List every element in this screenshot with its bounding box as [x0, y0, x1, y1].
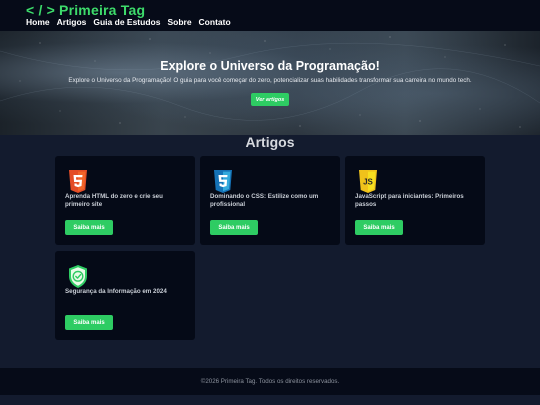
javascript-icon: JS: [359, 170, 377, 193]
article-card-title: JavaScript para iniciantes: Primeiros pa…: [355, 193, 464, 208]
copyright-text: ©2026 Primeira Tag. Todos os direitos re…: [200, 378, 340, 385]
article-card-javascript: JS JavaScript para iniciantes: Primeiros…: [345, 156, 485, 245]
main-nav: Home Artigos Guia de Estudos Sobre Conta…: [26, 17, 231, 27]
html5-icon: [69, 170, 87, 193]
site-footer: ©2026 Primeira Tag. Todos os direitos re…: [0, 368, 540, 395]
site-logo[interactable]: < / > Primeira Tag: [26, 2, 145, 18]
logo-code-tag: < / >: [26, 2, 56, 18]
css3-icon: [214, 170, 232, 193]
article-card-title: Aprenda HTML do zero e crie seu primeiro…: [65, 193, 163, 208]
nav-link-artigos[interactable]: Artigos: [57, 17, 87, 27]
logo-text: Primeira Tag: [59, 2, 146, 18]
article-card-html: Aprenda HTML do zero e crie seu primeiro…: [55, 156, 195, 245]
article-card-title: Segurança da Informação em 2024: [65, 288, 167, 295]
article-card-security: Segurança da Informação em 2024 Saiba ma…: [55, 251, 195, 340]
svg-text:JS: JS: [363, 178, 373, 187]
learn-more-button[interactable]: Saiba mais: [65, 315, 113, 330]
nav-link-contato[interactable]: Contato: [199, 17, 231, 27]
learn-more-button[interactable]: Saiba mais: [210, 220, 258, 235]
hero-subtitle: Explore o Universo da Programação! O gui…: [68, 77, 472, 84]
hero-banner: Explore o Universo da Programação! Explo…: [0, 31, 540, 135]
learn-more-button[interactable]: Saiba mais: [355, 220, 403, 235]
security-shield-icon: [69, 265, 87, 288]
learn-more-button[interactable]: Saiba mais: [65, 220, 113, 235]
articles-heading: Artigos: [245, 134, 295, 150]
site-header: < / > Primeira Tag Home Artigos Guia de E…: [0, 0, 540, 31]
view-articles-button[interactable]: Ver artigos: [251, 93, 289, 106]
nav-link-sobre[interactable]: Sobre: [167, 17, 191, 27]
hero-title: Explore o Universo da Programação!: [160, 59, 380, 73]
nav-link-guia-de-estudos[interactable]: Guia de Estudos: [93, 17, 160, 27]
article-card-css: Dominando o CSS: Estilize como um profis…: [200, 156, 340, 245]
nav-link-home[interactable]: Home: [26, 17, 50, 27]
article-card-title: Dominando o CSS: Estilize como um profis…: [210, 193, 319, 208]
